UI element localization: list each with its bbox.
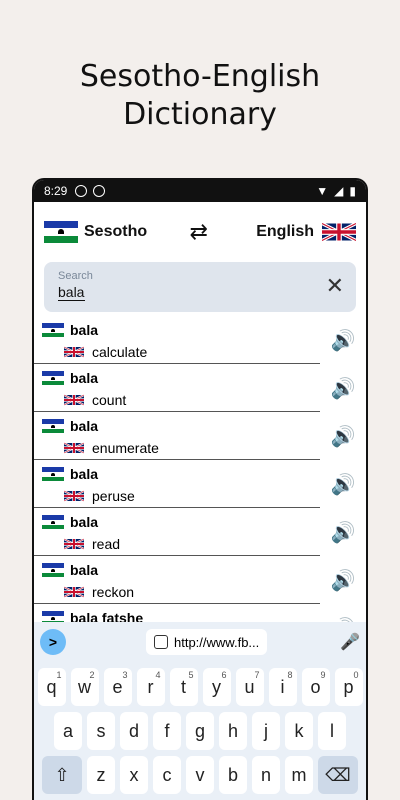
key[interactable]: 0p: [334, 668, 363, 706]
uk-flag-icon: [64, 442, 84, 454]
list-item[interactable]: bala enumerate 🔊: [34, 412, 366, 460]
target-language[interactable]: English: [256, 223, 314, 241]
app-notification-icon: [93, 185, 106, 197]
clipboard-suggestion[interactable]: http://www.fb...: [146, 629, 268, 655]
list-item[interactable]: bala reckon 🔊: [34, 556, 366, 604]
list-item[interactable]: bala count 🔊: [34, 364, 366, 412]
key[interactable]: 2w: [70, 668, 99, 706]
english-translation: reckon: [92, 584, 135, 600]
shift-icon[interactable]: ⇧: [42, 756, 82, 794]
key[interactable]: n: [252, 756, 280, 794]
key[interactable]: l: [318, 712, 346, 750]
signal-icon: ◢: [334, 184, 344, 198]
clipboard-icon: [154, 635, 168, 649]
key[interactable]: s: [87, 712, 115, 750]
sesotho-term: bala: [70, 466, 99, 482]
sesotho-term: bala: [70, 562, 99, 578]
promo-title: Sesotho-English Dictionary: [0, 58, 400, 134]
speaker-icon[interactable]: 🔊: [320, 556, 366, 604]
microphone-icon[interactable]: 🎤: [340, 632, 360, 652]
search-input[interactable]: bala: [58, 284, 86, 301]
lesotho-flag-icon: [42, 563, 64, 577]
english-translation: peruse: [92, 488, 135, 504]
key[interactable]: m: [285, 756, 313, 794]
key[interactable]: 1q: [37, 668, 66, 706]
key[interactable]: 9o: [301, 668, 330, 706]
key[interactable]: 6y: [202, 668, 231, 706]
soft-keyboard: > http://www.fb... 🎤 1q 2w 3e 4r 5t 6y 7…: [34, 622, 366, 800]
speaker-icon[interactable]: 🔊: [320, 316, 366, 364]
promo-line-2: Dictionary: [123, 97, 277, 132]
key[interactable]: z: [87, 756, 115, 794]
lesotho-flag-icon: [42, 419, 64, 433]
keyboard-row-3: ⇧ z x c v b n m ⌫: [34, 756, 366, 794]
key[interactable]: 3e: [103, 668, 132, 706]
speaker-icon[interactable]: 🔊: [320, 508, 366, 556]
speaker-icon[interactable]: 🔊: [320, 364, 366, 412]
results-list: bala calculate 🔊 bala count �: [34, 316, 366, 652]
lesotho-flag-icon[interactable]: [44, 221, 78, 243]
lesotho-flag-icon: [42, 467, 64, 481]
status-time: 8:29: [44, 184, 68, 198]
uk-flag-icon: [64, 394, 84, 406]
list-item[interactable]: bala calculate 🔊: [34, 316, 366, 364]
sesotho-term: bala: [70, 514, 99, 530]
speaker-icon[interactable]: 🔊: [320, 460, 366, 508]
key[interactable]: f: [153, 712, 181, 750]
battery-icon: ▮: [349, 184, 356, 198]
key[interactable]: c: [153, 756, 181, 794]
keyboard-row-1: 1q 2w 3e 4r 5t 6y 7u 8i 9o 0p: [34, 668, 366, 706]
keyboard-row-2: a s d f g h j k l: [34, 712, 366, 750]
list-item[interactable]: bala peruse 🔊: [34, 460, 366, 508]
key[interactable]: b: [219, 756, 247, 794]
clipboard-text: http://www.fb...: [174, 634, 260, 650]
list-item[interactable]: bala read 🔊: [34, 508, 366, 556]
key[interactable]: h: [219, 712, 247, 750]
key[interactable]: 7u: [235, 668, 264, 706]
english-translation: enumerate: [92, 440, 159, 456]
lesotho-flag-icon: [42, 323, 64, 337]
key[interactable]: v: [186, 756, 214, 794]
search-placeholder: Search: [58, 270, 93, 282]
swap-languages-icon[interactable]: ⇄: [189, 219, 207, 245]
sesotho-term: bala: [70, 322, 99, 338]
language-bar: Sesotho ⇄ English: [34, 202, 366, 262]
backspace-icon[interactable]: ⌫: [318, 756, 358, 794]
wifi-icon: ▼: [316, 184, 329, 198]
key[interactable]: k: [285, 712, 313, 750]
search-field[interactable]: Search bala ✕: [44, 262, 356, 312]
english-translation: read: [92, 536, 121, 552]
english-translation: calculate: [92, 344, 148, 360]
key[interactable]: d: [120, 712, 148, 750]
promo-line-1: Sesotho-English: [79, 59, 321, 94]
uk-flag-icon: [64, 490, 84, 502]
close-icon[interactable]: ✕: [326, 273, 344, 299]
source-language[interactable]: Sesotho: [84, 223, 147, 241]
key[interactable]: a: [54, 712, 82, 750]
uk-flag-icon: [64, 346, 84, 358]
key[interactable]: 4r: [136, 668, 165, 706]
uk-flag-icon[interactable]: [322, 220, 356, 244]
key[interactable]: x: [120, 756, 148, 794]
key[interactable]: j: [252, 712, 280, 750]
key[interactable]: 8i: [268, 668, 297, 706]
status-bar: 8:29 ▼ ◢ ▮: [34, 180, 366, 202]
uk-flag-icon: [64, 586, 84, 598]
sesotho-term: bala: [70, 370, 99, 386]
keyboard-toolbar: > http://www.fb... 🎤: [34, 622, 366, 662]
english-translation: count: [92, 392, 127, 408]
uk-flag-icon: [64, 538, 84, 550]
key[interactable]: g: [186, 712, 214, 750]
lesotho-flag-icon: [42, 515, 64, 529]
lesotho-flag-icon: [42, 371, 64, 385]
shield-icon: [75, 185, 88, 197]
sesotho-term: bala: [70, 418, 99, 434]
key[interactable]: 5t: [169, 668, 198, 706]
phone-screen: 8:29 ▼ ◢ ▮ Sesotho ⇄ English Search bala…: [32, 178, 368, 800]
chevron-right-icon[interactable]: >: [40, 629, 66, 655]
speaker-icon[interactable]: 🔊: [320, 412, 366, 460]
